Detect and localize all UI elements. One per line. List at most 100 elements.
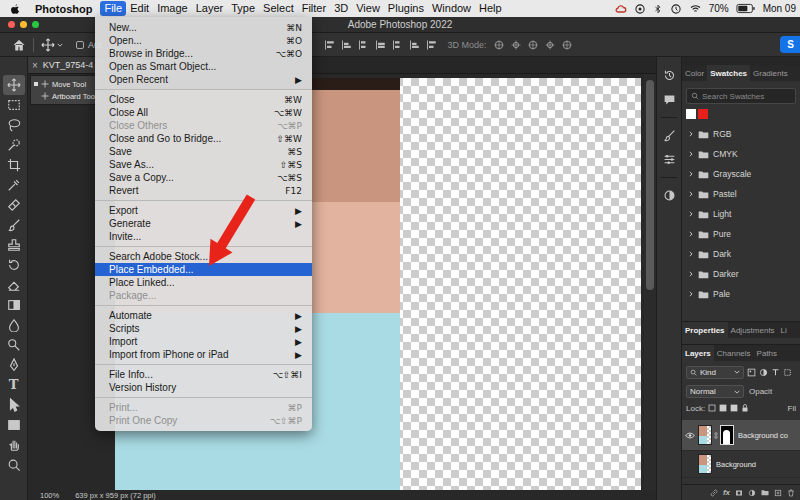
bluetooth-icon[interactable]	[653, 3, 663, 15]
close-button[interactable]	[8, 21, 15, 28]
align-icon[interactable]	[392, 39, 404, 51]
menu-item[interactable]: Export ▶	[95, 204, 312, 217]
home-icon[interactable]	[12, 38, 26, 52]
swatch-group[interactable]: Darker	[686, 264, 796, 284]
panel-tab[interactable]: Gradients	[750, 65, 791, 81]
add-mask-icon[interactable]	[735, 489, 743, 497]
3d-mode-icon[interactable]	[510, 39, 522, 51]
layer-filter-icon[interactable]	[747, 368, 756, 377]
share-button[interactable]: S	[780, 36, 800, 53]
tool-button[interactable]	[3, 95, 25, 115]
3d-mode-icon[interactable]	[561, 39, 573, 51]
zoom-button[interactable]	[32, 21, 39, 28]
lock-option-icon[interactable]	[719, 404, 727, 412]
swatch-group[interactable]: Pale	[686, 284, 796, 304]
swatch-group[interactable]: RGB	[686, 124, 796, 144]
swatch-group[interactable]: Pastel	[686, 184, 796, 204]
menu-item[interactable]: Print... ⌘P	[95, 401, 312, 414]
trash-icon[interactable]	[787, 489, 795, 497]
layer-filter-icon[interactable]	[771, 368, 780, 377]
menu-item[interactable]: Close ⌘W	[95, 93, 312, 106]
menu-item[interactable]: Open... ⌘O	[95, 34, 312, 47]
panel-tab[interactable]: Layers	[682, 345, 714, 361]
menu-item[interactable]: New... ⌘N	[95, 21, 312, 34]
panel-tab[interactable]: Properties	[682, 322, 728, 338]
menu-item[interactable]: File Info... ⌥⇧⌘I	[95, 368, 312, 381]
extension-icon[interactable]	[634, 3, 646, 15]
color-swatch[interactable]	[698, 109, 708, 119]
menu-bar-item[interactable]: Edit	[126, 1, 153, 16]
history-icon[interactable]	[663, 69, 676, 82]
menu-bar-item[interactable]: Window	[428, 1, 475, 16]
layer-filter-icon[interactable]	[783, 368, 792, 377]
tool-button[interactable]	[3, 235, 25, 255]
tool-button[interactable]	[3, 175, 25, 195]
menu-bar-item[interactable]: Type	[227, 1, 259, 16]
tool-button[interactable]	[3, 155, 25, 175]
align-icon[interactable]	[409, 39, 421, 51]
comment-icon[interactable]	[663, 93, 676, 106]
tool-button[interactable]	[3, 135, 25, 155]
minimize-button[interactable]	[20, 21, 27, 28]
menu-item[interactable]: Automate ▶	[95, 309, 312, 322]
align-icon[interactable]	[341, 39, 353, 51]
layer-filter-dropdown[interactable]: Kind	[686, 366, 744, 379]
menu-item[interactable]: Generate ▶	[95, 217, 312, 230]
flyout-item[interactable]: Move Tool	[31, 79, 101, 89]
tool-button[interactable]	[3, 75, 25, 95]
zoom-level[interactable]: 100%	[40, 491, 59, 500]
panel-tab[interactable]: Adjustments	[728, 322, 778, 338]
adjustments-icon[interactable]	[663, 153, 676, 166]
menu-item[interactable]: Close and Go to Bridge... ⇧⌘W	[95, 132, 312, 145]
align-icon[interactable]	[426, 39, 438, 51]
3d-mode-icon[interactable]	[527, 39, 539, 51]
vertical-scrollbar[interactable]	[644, 74, 656, 490]
panel-tab[interactable]: Paths	[754, 345, 780, 361]
menu-item[interactable]: Version History	[95, 381, 312, 394]
new-group-icon[interactable]	[761, 489, 769, 496]
menu-item[interactable]: Close Others ⌥⌘P	[95, 119, 312, 132]
menu-bar-item[interactable]: File	[100, 1, 126, 16]
menu-bar-item[interactable]: Filter	[298, 1, 330, 16]
layer-mask-thumbnail[interactable]	[720, 425, 734, 445]
menu-bar-item[interactable]: Plugins	[384, 1, 428, 16]
layer-row[interactable]: Background co	[682, 420, 800, 451]
menu-item[interactable]: Revert F12	[95, 184, 312, 197]
menu-item[interactable]: Close All ⌥⌘W	[95, 106, 312, 119]
tool-button[interactable]	[3, 115, 25, 135]
document-tab[interactable]: × KVT_9754-4	[28, 57, 103, 73]
menu-item[interactable]: Open Recent ▶	[95, 73, 312, 86]
tool-button[interactable]	[3, 255, 25, 275]
tool-button[interactable]	[3, 275, 25, 295]
menu-bar-item[interactable]: Image	[153, 1, 192, 16]
apple-logo-icon[interactable]	[10, 3, 21, 15]
menu-item[interactable]: Browse in Bridge... ⌥⌘O	[95, 47, 312, 60]
tool-button[interactable]	[3, 295, 25, 315]
menu-item[interactable]: Invite...	[95, 230, 312, 243]
menu-item[interactable]: Save a Copy... ⌥⌘S	[95, 171, 312, 184]
preset-caret-icon[interactable]	[57, 42, 63, 48]
color-swatch[interactable]	[686, 109, 696, 119]
styles-icon[interactable]	[663, 189, 676, 202]
layer-filter-icon[interactable]	[759, 368, 768, 377]
menu-item[interactable]: Print One Copy ⌥⇧⌘P	[95, 414, 312, 427]
auto-select-checkbox[interactable]	[76, 41, 84, 49]
link-icon[interactable]	[714, 431, 718, 440]
creative-cloud-icon[interactable]	[614, 3, 627, 15]
menu-item[interactable]: Package...	[95, 289, 312, 302]
swatch-group[interactable]: Pure	[686, 224, 796, 244]
tool-button[interactable]	[3, 195, 25, 215]
menu-item[interactable]: Place Linked...	[95, 276, 312, 289]
tool-button[interactable]	[3, 355, 25, 375]
move-tool-icon[interactable]	[41, 38, 55, 52]
lock-option-icon[interactable]	[708, 404, 716, 412]
menu-bar-item[interactable]: Layer	[192, 1, 228, 16]
time-machine-icon[interactable]	[670, 3, 682, 15]
menu-item[interactable]: Place Embedded...	[95, 263, 312, 276]
tool-button[interactable]	[3, 435, 25, 455]
menu-item[interactable]: Scripts ▶	[95, 322, 312, 335]
menu-item[interactable]: Import from iPhone or iPad ▶	[95, 348, 312, 361]
swatch-group[interactable]: Light	[686, 204, 796, 224]
lock-option-icon[interactable]	[730, 404, 738, 412]
clock[interactable]: Mon 09	[763, 3, 796, 14]
